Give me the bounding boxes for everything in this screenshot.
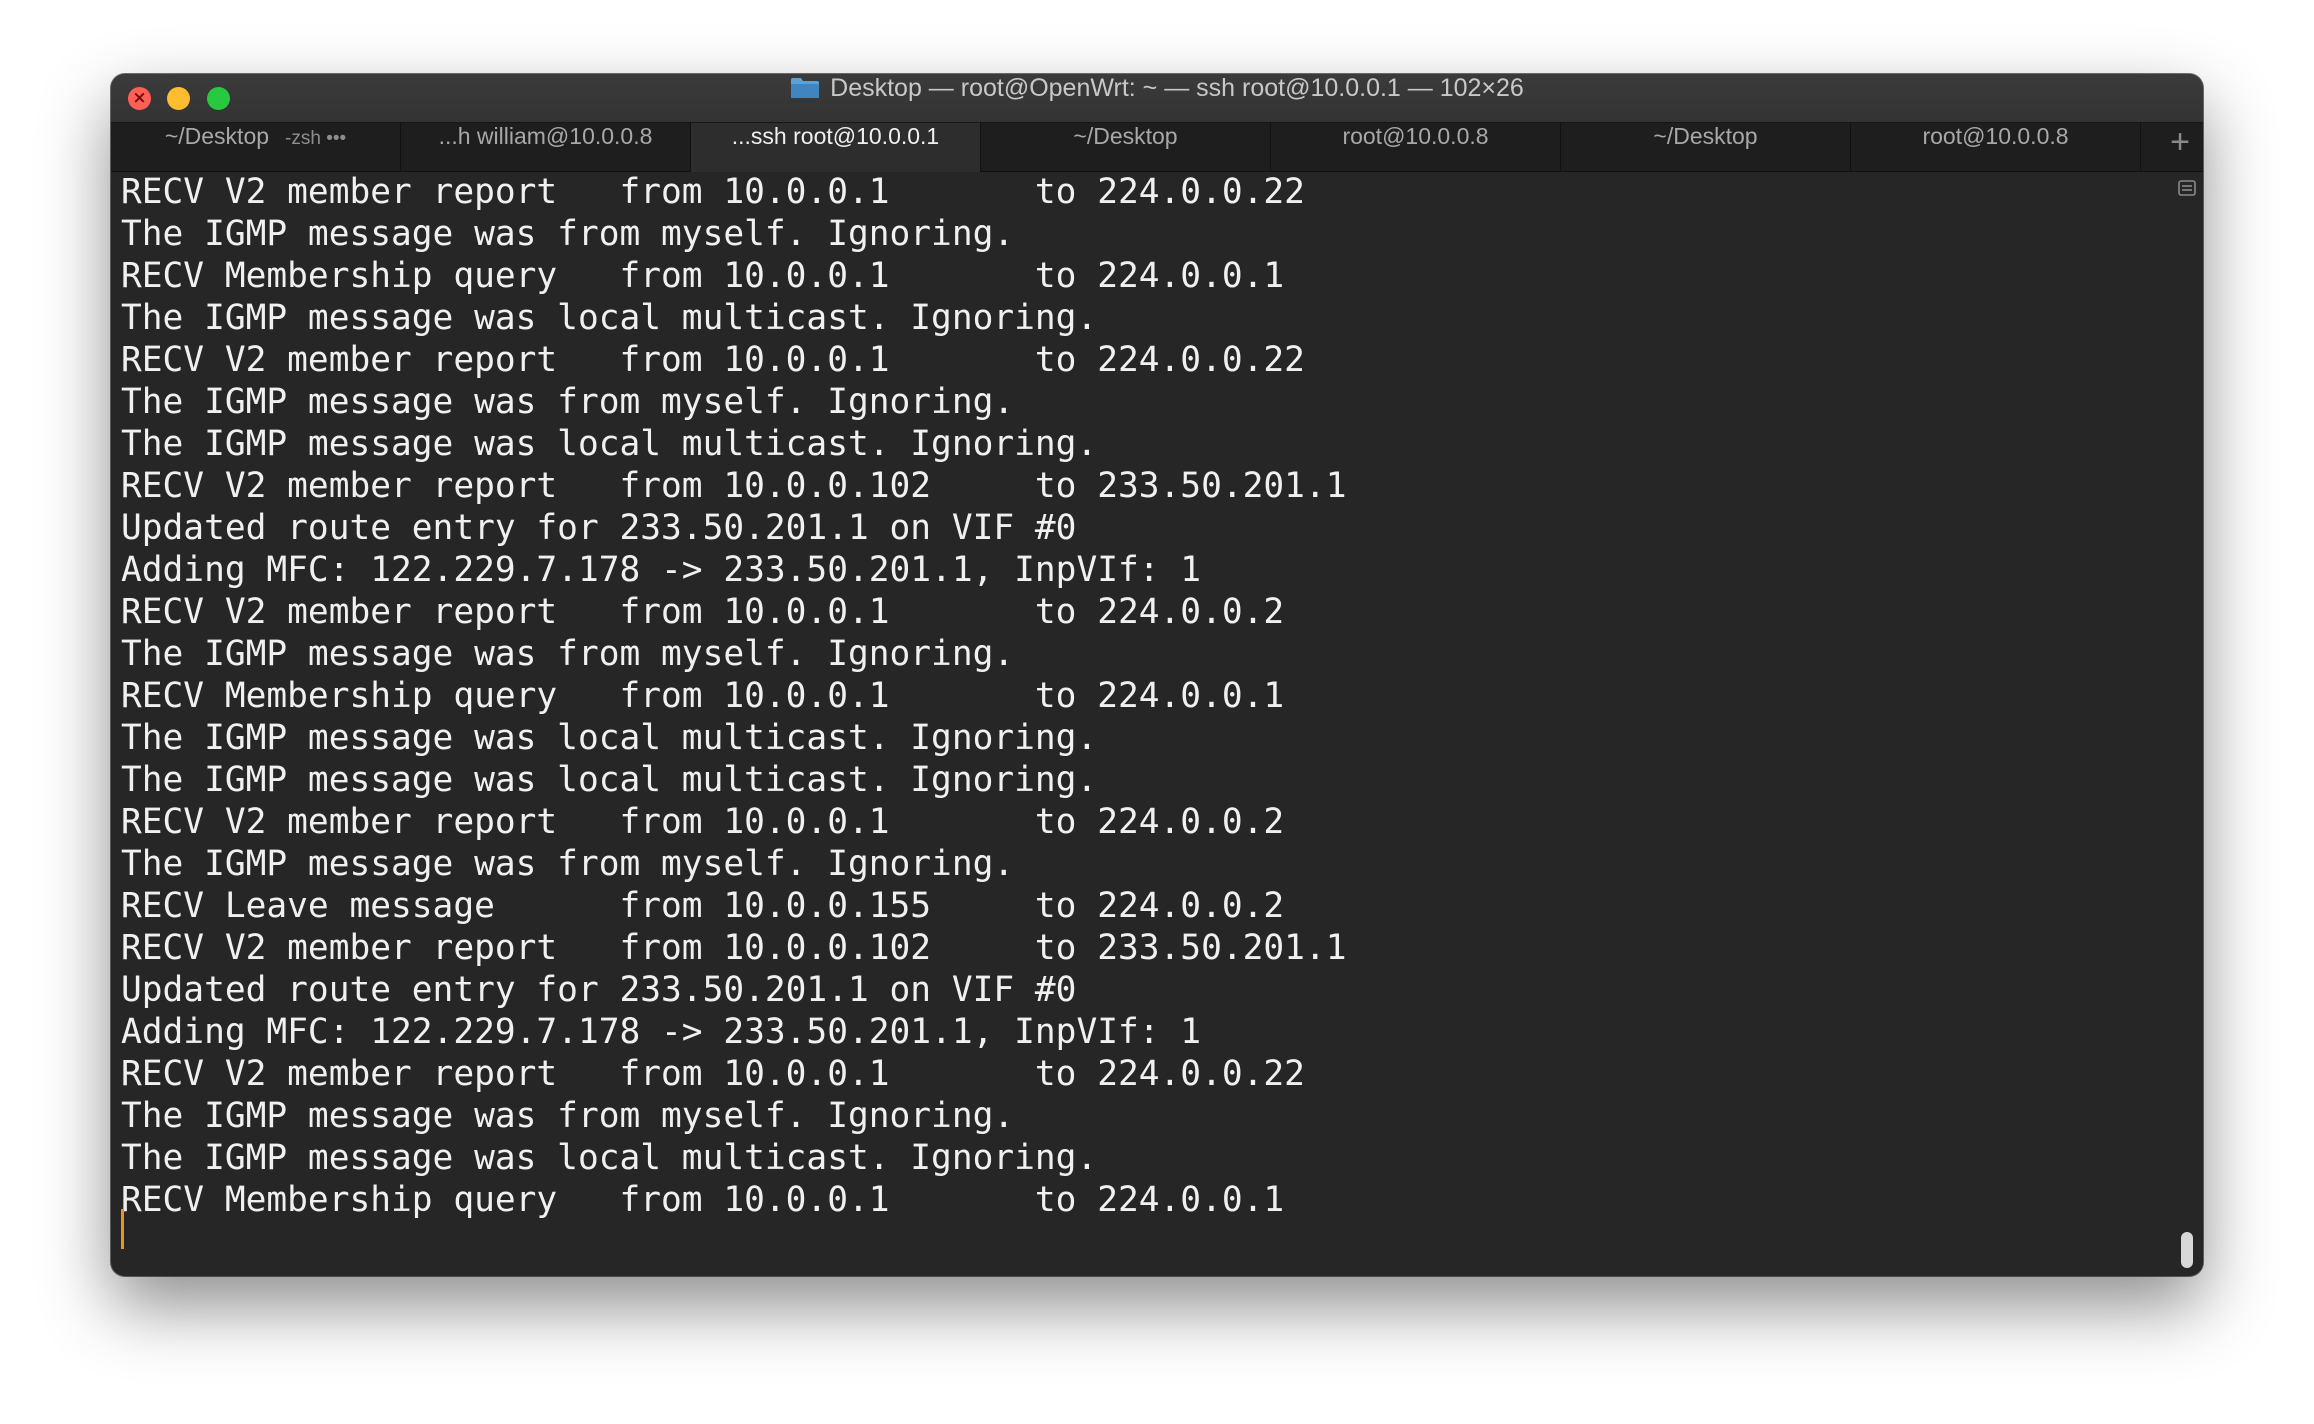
- terminal-line: Updated route entry for 233.50.201.1 on …: [121, 970, 1077, 1010]
- tab-label: ...h william@10.0.0.8: [438, 123, 653, 149]
- terminal-line: Adding MFC: 122.229.7.178 -> 233.50.201.…: [121, 550, 1202, 590]
- tab-root-10-0-0-8[interactable]: root@10.0.0.8: [1271, 123, 1561, 172]
- close-icon: ×: [132, 88, 147, 108]
- tab-label: ~/Desktop: [1653, 123, 1758, 149]
- tab-label: root@10.0.0.8: [1342, 123, 1489, 149]
- tab-ssh-root-active[interactable]: ...ssh root@10.0.0.1: [691, 123, 981, 172]
- tab-bar: ~/Desktop -zsh ••• ...h william@10.0.0.8 …: [111, 122, 2203, 172]
- terminal-line: RECV V2 member report from 10.0.0.1 to 2…: [121, 802, 1285, 842]
- terminal-line: Adding MFC: 122.229.7.178 -> 233.50.201.…: [121, 1012, 1202, 1052]
- tab-label: root@10.0.0.8: [1922, 123, 2069, 149]
- terminal-line: RECV V2 member report from 10.0.0.1 to 2…: [121, 340, 1305, 380]
- terminal-line: RECV V2 member report from 10.0.0.1 to 2…: [121, 592, 1285, 632]
- title-bar[interactable]: Desktop — root@OpenWrt: ~ — ssh root@10.…: [111, 74, 2203, 122]
- scrollbar-thumb[interactable]: [2181, 1232, 2193, 1268]
- window-title: Desktop — root@OpenWrt: ~ — ssh root@10.…: [830, 74, 1524, 102]
- terminal-line: The IGMP message was local multicast. Ig…: [121, 718, 1098, 758]
- folder-icon: [791, 78, 820, 98]
- tab-desktop-2[interactable]: ~/Desktop: [981, 123, 1271, 172]
- zoom-button[interactable]: [207, 87, 230, 110]
- tab-sublabel: -zsh •••: [285, 128, 347, 149]
- text-cursor: [121, 1209, 124, 1249]
- plus-icon: +: [2170, 123, 2190, 161]
- terminal-line: RECV V2 member report from 10.0.0.102 to…: [121, 928, 1347, 968]
- terminal-line: RECV V2 member report from 10.0.0.1 to 2…: [121, 1054, 1305, 1094]
- terminal-window: Desktop — root@OpenWrt: ~ — ssh root@10.…: [111, 74, 2203, 1276]
- scroll-marker-icon[interactable]: [2177, 178, 2197, 198]
- tab-ssh-william[interactable]: ...h william@10.0.0.8: [401, 123, 691, 172]
- terminal-line: The IGMP message was from myself. Ignori…: [121, 214, 1015, 254]
- terminal-line: RECV V2 member report from 10.0.0.1 to 2…: [121, 172, 1305, 212]
- tab-desktop-3[interactable]: ~/Desktop: [1561, 123, 1851, 172]
- terminal-line: The IGMP message was from myself. Ignori…: [121, 382, 1015, 422]
- terminal-line: RECV Membership query from 10.0.0.1 to 2…: [121, 676, 1285, 716]
- terminal-line: The IGMP message was from myself. Ignori…: [121, 634, 1015, 674]
- scrollbar[interactable]: [2171, 172, 2203, 1276]
- terminal-line: Updated route entry for 233.50.201.1 on …: [121, 508, 1077, 548]
- tab-label: ~/Desktop: [164, 123, 270, 149]
- terminal-line: RECV Membership query from 10.0.0.1 to 2…: [121, 256, 1285, 296]
- terminal-line: The IGMP message was local multicast. Ig…: [121, 424, 1098, 464]
- tab-label: ...ssh root@10.0.0.1: [731, 123, 940, 149]
- close-button[interactable]: ×: [128, 87, 151, 110]
- minimize-button[interactable]: [167, 87, 190, 110]
- tab-desktop-zsh[interactable]: ~/Desktop -zsh •••: [111, 123, 401, 172]
- tab-label: ~/Desktop: [1073, 123, 1178, 149]
- terminal-line: RECV Leave message from 10.0.0.155 to 22…: [121, 886, 1285, 926]
- terminal-line: RECV V2 member report from 10.0.0.102 to…: [121, 466, 1347, 506]
- terminal-output[interactable]: RECV V2 member report from 10.0.0.1 to 2…: [111, 172, 2171, 1276]
- window-title-area: Desktop — root@OpenWrt: ~ — ssh root@10.…: [111, 74, 2203, 122]
- terminal-line: RECV Membership query from 10.0.0.1 to 2…: [121, 1180, 1285, 1220]
- tab-root-10-0-0-8-2[interactable]: root@10.0.0.8: [1851, 123, 2141, 172]
- terminal-line: The IGMP message was local multicast. Ig…: [121, 1138, 1098, 1178]
- terminal-line: The IGMP message was local multicast. Ig…: [121, 760, 1098, 800]
- new-tab-button[interactable]: +: [2157, 123, 2203, 172]
- terminal-line: The IGMP message was from myself. Ignori…: [121, 844, 1015, 884]
- terminal-line: The IGMP message was local multicast. Ig…: [121, 298, 1098, 338]
- terminal-line: The IGMP message was from myself. Ignori…: [121, 1096, 1015, 1136]
